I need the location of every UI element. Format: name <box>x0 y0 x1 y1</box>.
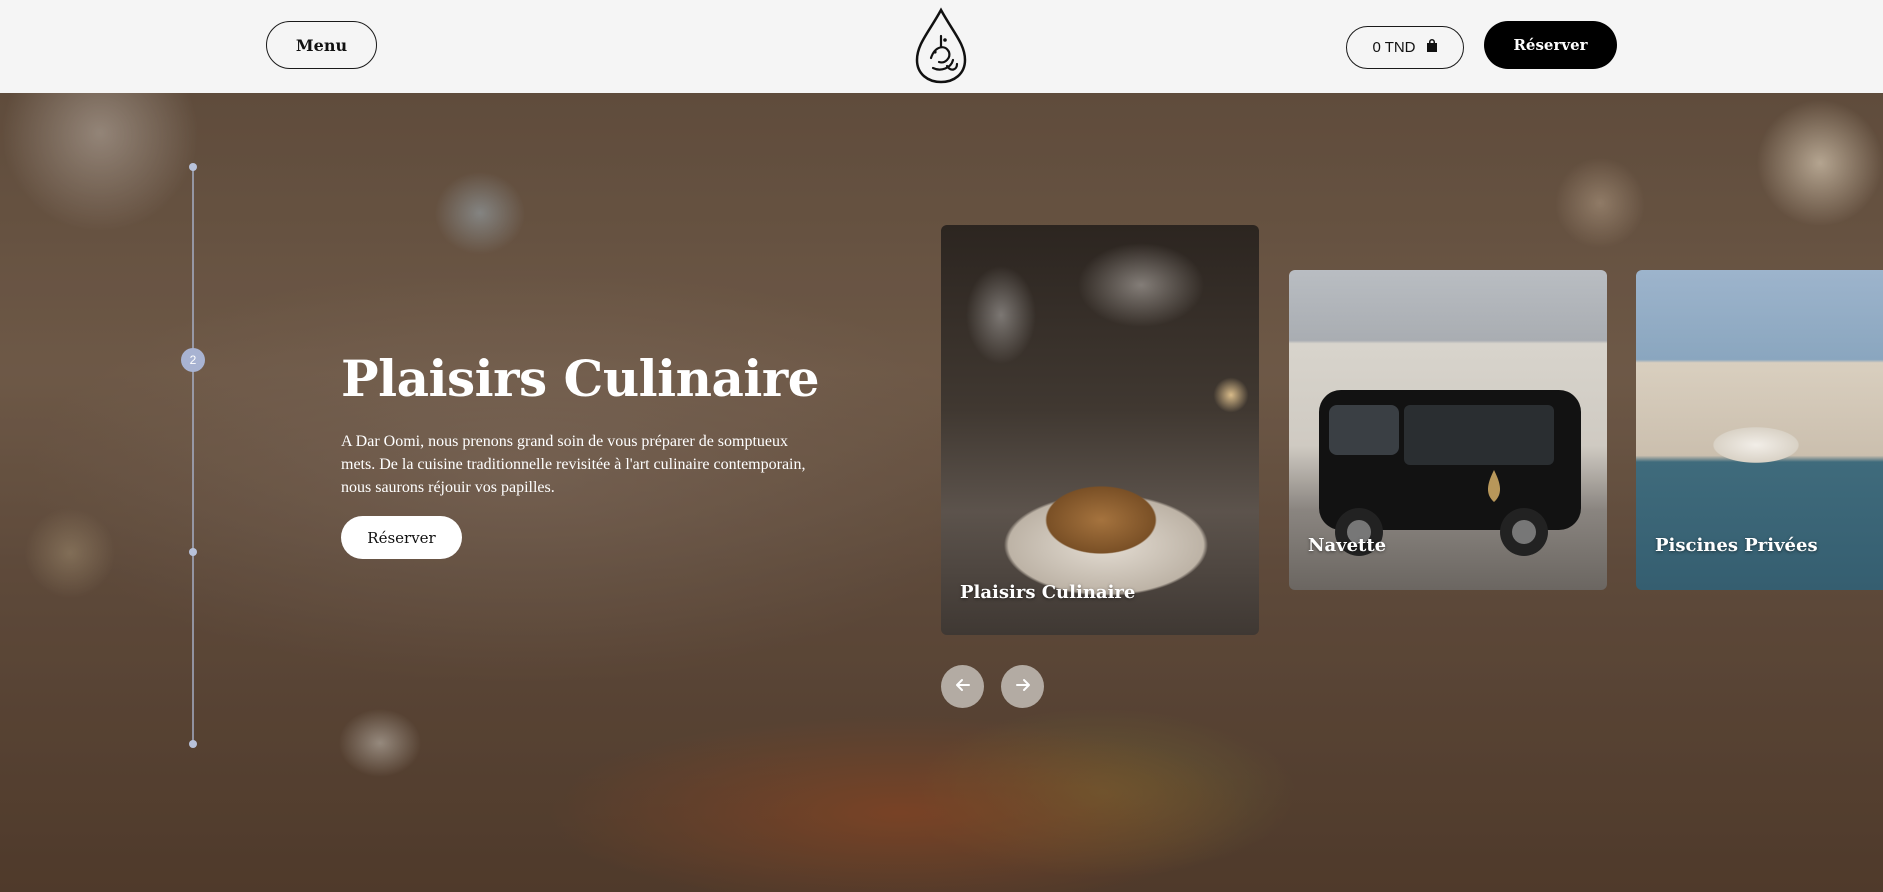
hero-text: Plaisirs Culinaire A Dar Oomi, nous pren… <box>341 351 821 559</box>
site-header: Menu 0 TND Réserver <box>0 0 1883 93</box>
menu-button[interactable]: Menu <box>266 21 377 69</box>
side-nav-dot-3[interactable] <box>189 548 197 556</box>
shopping-bag-icon <box>1426 38 1438 57</box>
side-nav-dot-active[interactable]: 2 <box>181 348 205 372</box>
card-label: Plaisirs Culinaire <box>960 582 1136 603</box>
hero-title: Plaisirs Culinaire <box>341 349 820 408</box>
hero-description: A Dar Oomi, nous prenons grand soin de v… <box>341 433 806 496</box>
side-nav-dot-1[interactable] <box>189 163 197 171</box>
side-progress-line <box>192 167 194 745</box>
card-label: Piscines Privées <box>1655 535 1818 556</box>
card-piscines-privees[interactable]: Piscines Privées <box>1636 270 1883 590</box>
arrow-right-icon <box>1015 677 1031 697</box>
cart-total: 0 TND <box>1372 39 1416 56</box>
arrow-left-icon <box>955 677 971 697</box>
cart-button[interactable]: 0 TND <box>1346 26 1464 69</box>
card-navette[interactable]: Navette <box>1289 270 1607 590</box>
card-label: Navette <box>1308 535 1387 556</box>
side-nav-dot-4[interactable] <box>189 740 197 748</box>
logo-icon[interactable] <box>911 6 971 86</box>
reserve-button[interactable]: Réserver <box>1484 21 1617 69</box>
card-plaisirs-culinaire[interactable]: Plaisirs Culinaire <box>941 225 1259 635</box>
hero-section: 2 Plaisirs Culinaire A Dar Oomi, nous pr… <box>0 93 1883 892</box>
hero-reserve-button[interactable]: Réserver <box>341 516 462 559</box>
carousel-prev-button[interactable] <box>941 665 984 708</box>
carousel-next-button[interactable] <box>1001 665 1044 708</box>
